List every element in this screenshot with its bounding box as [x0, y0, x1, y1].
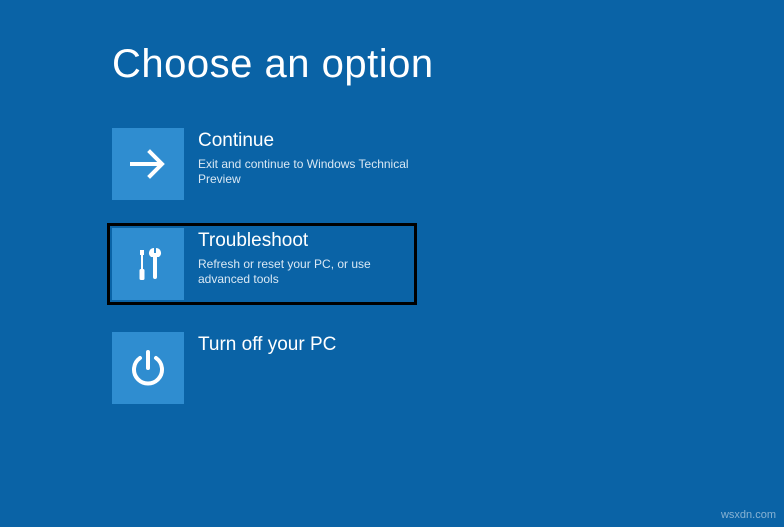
- option-text: Continue Exit and continue to Windows Te…: [198, 128, 412, 188]
- tools-icon: [126, 242, 170, 286]
- watermark: wsxdn.com: [721, 509, 776, 521]
- option-title: Turn off your PC: [198, 334, 412, 357]
- options-list: Continue Exit and continue to Windows Te…: [112, 128, 416, 432]
- option-text: Turn off your PC: [198, 332, 412, 361]
- option-description: Refresh or reset your PC, or use advance…: [198, 257, 410, 288]
- arrow-right-icon: [126, 142, 170, 186]
- option-description: Exit and continue to Windows Technical P…: [198, 157, 412, 188]
- option-tile: [112, 128, 184, 200]
- option-title: Continue: [198, 130, 412, 153]
- option-title: Troubleshoot: [198, 230, 410, 253]
- option-tile: [112, 332, 184, 404]
- option-turn-off[interactable]: Turn off your PC: [112, 332, 412, 404]
- page-title: Choose an option: [112, 42, 434, 87]
- option-tile: [112, 228, 184, 300]
- option-text: Troubleshoot Refresh or reset your PC, o…: [198, 228, 410, 288]
- power-icon: [126, 346, 170, 390]
- option-troubleshoot[interactable]: Troubleshoot Refresh or reset your PC, o…: [108, 224, 416, 304]
- option-continue[interactable]: Continue Exit and continue to Windows Te…: [112, 128, 412, 200]
